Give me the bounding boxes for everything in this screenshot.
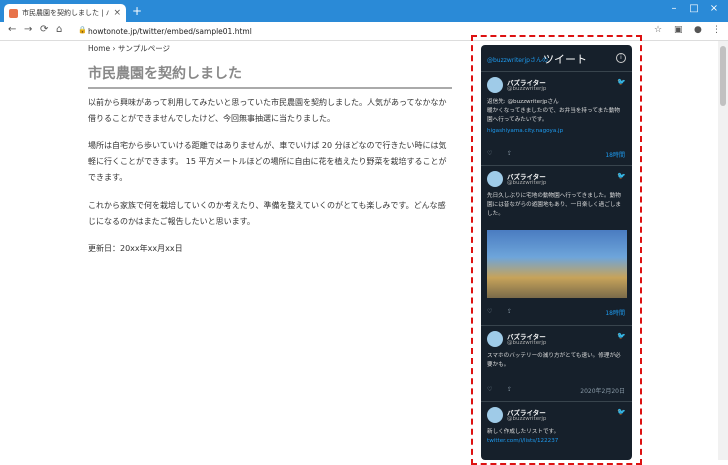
arrow-right-icon[interactable]: → (24, 24, 32, 36)
paragraph-2: 場所は自宅から歩いていける距離ではありませんが、車でいけば 20 分ほどなので行… (88, 141, 447, 182)
tweet-footer: ♡ ⇪ 2020年2月20日 (487, 386, 625, 395)
tweet[interactable]: バズライター @buzzwriterjp 🐦 スマホのバッテリーの減り方がとても… (481, 326, 632, 402)
tweet-text: スマホのバッテリーの減り方がとても速い。修理が必要かも。 (487, 353, 621, 368)
tweet-text: 先日久しぶりに宅地の動物園へ行ってきました。動物園には昔ながらの遊園地もあり、一… (487, 193, 622, 217)
scrollbar-thumb[interactable] (720, 46, 726, 106)
extension-icon[interactable]: ▣ (674, 25, 683, 35)
tweet-footer: ♡ ⇪ 18時間 (487, 308, 625, 317)
widget-title: ツイート (543, 53, 587, 66)
tweet-link[interactable]: higashiyama.city.nagoya.jp (487, 127, 625, 136)
widget-header: @buzzwriterjpさんの ツイート i (481, 45, 632, 72)
share-icon[interactable]: ⇪ (507, 386, 512, 393)
arrow-left-icon[interactable]: ← (8, 24, 16, 36)
tweet-date[interactable]: 18時間 (605, 150, 625, 159)
tweet-date[interactable]: 2020年2月20日 (580, 386, 625, 395)
breadcrumb[interactable]: Home › サンプルページ (88, 43, 170, 54)
heart-icon[interactable]: ♡ (487, 308, 492, 315)
heart-icon[interactable]: ♡ (487, 386, 492, 393)
tweet[interactable]: バズライター @buzzwriterjp 🐦 新しく作成したリストです。 twi… (481, 402, 632, 460)
home-icon[interactable]: ⌂ (56, 24, 62, 36)
browser-titlebar: 市民農園を契約しました | バズブログ × + – □ × (0, 0, 728, 22)
new-tab-icon[interactable]: + (130, 4, 144, 18)
heart-icon[interactable]: ♡ (487, 150, 492, 157)
tweet-handle[interactable]: @buzzwriterjp (507, 180, 546, 186)
share-icon[interactable]: ⇪ (507, 308, 512, 315)
browser-tab[interactable]: 市民農園を契約しました | バズブログ × (4, 4, 126, 22)
tweet-date[interactable]: 18時間 (605, 308, 625, 317)
profile-icon[interactable]: ● (694, 25, 702, 35)
favicon-icon (9, 8, 18, 18)
share-icon[interactable]: ⇪ (507, 150, 512, 157)
page-title: 市民農園を契約しました (88, 63, 452, 89)
twitter-bird-icon[interactable]: 🐦 (617, 408, 626, 416)
tweet-text: 返信先: @buzzwriterjpさん 暖かくなってきましたので、お弁当を持っ… (487, 99, 621, 123)
address-bar[interactable]: howtonote.jp/twitter/embed/sample01.html (88, 27, 252, 36)
twitter-bird-icon[interactable]: 🐦 (617, 172, 626, 180)
tweet-footer: ♡ ⇪ 18時間 (487, 150, 625, 159)
tweet[interactable]: バズライター @buzzwriterjp 🐦 先日久しぶりに宅地の動物園へ行って… (481, 166, 632, 326)
tab-title: 市民農園を契約しました | バズブログ (22, 9, 110, 17)
reload-icon[interactable]: ⟳ (40, 24, 48, 36)
widget-user-link[interactable]: @buzzwriterjpさんの (487, 55, 548, 64)
paragraph-1: 以前から興味があって利用してみたいと思っていた市民農園を契約しました。人気があっ… (88, 98, 447, 123)
tweet-photo[interactable] (487, 230, 627, 298)
twitter-bird-icon[interactable]: 🐦 (617, 332, 626, 340)
avatar[interactable] (487, 77, 503, 93)
minimize-icon[interactable]: – (664, 3, 684, 14)
kebab-menu-icon[interactable]: ⋮ (712, 25, 721, 35)
tweet-text: 新しく作成したリストです。 (487, 429, 560, 435)
close-tab-icon[interactable]: × (113, 8, 121, 18)
paragraph-3: これから家族で何を栽培していくのか考えたり、準備を整えていくのがとても楽しみです… (88, 201, 446, 226)
close-window-icon[interactable]: × (704, 3, 724, 14)
avatar[interactable] (487, 171, 503, 187)
updated-date: 更新日：20xx年xx月xx日 (88, 244, 183, 253)
info-icon[interactable]: i (616, 53, 626, 63)
tweet-link[interactable]: twitter.com/i/lists/122237 (487, 437, 625, 446)
page-content: Home › サンプルページ 市民農園を契約しました 以前から興味があって利用し… (0, 35, 728, 465)
tweet-handle[interactable]: @buzzwriterjp (507, 416, 546, 422)
avatar[interactable] (487, 331, 503, 347)
avatar[interactable] (487, 407, 503, 423)
twitter-bird-icon[interactable]: 🐦 (617, 78, 626, 86)
tweet-handle[interactable]: @buzzwriterjp (507, 340, 546, 346)
tweet-handle[interactable]: @buzzwriterjp (507, 86, 546, 92)
tweet[interactable]: バズライター @buzzwriterjp 🐦 返信先: @buzzwriterj… (481, 72, 632, 166)
maximize-icon[interactable]: □ (684, 3, 704, 14)
star-icon[interactable]: ☆ (654, 25, 662, 35)
twitter-timeline-widget: @buzzwriterjpさんの ツイート i バズライター @buzzwrit… (481, 45, 632, 460)
lock-icon: 🔒 (78, 26, 87, 34)
